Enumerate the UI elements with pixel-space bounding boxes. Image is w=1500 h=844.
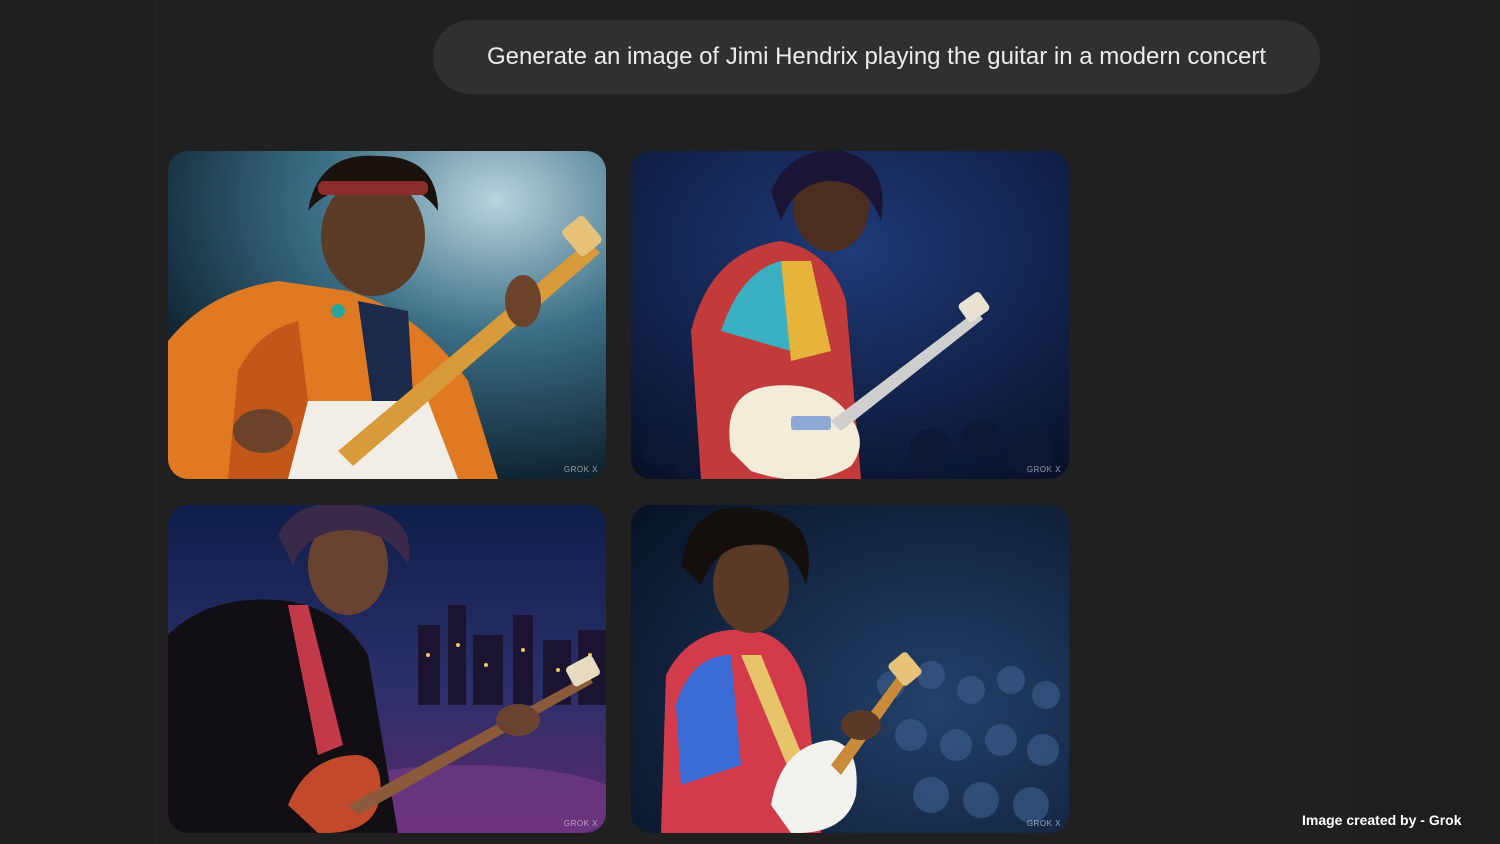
image-2-artwork bbox=[631, 151, 1069, 479]
generated-image-2[interactable]: GROK X bbox=[631, 151, 1069, 479]
generated-image-4[interactable]: GROK X bbox=[631, 505, 1069, 833]
image-credit: Image created by - Grok bbox=[1302, 812, 1462, 828]
generated-image-3[interactable]: GROK X bbox=[168, 505, 606, 833]
image-1-artwork bbox=[168, 151, 606, 479]
generated-image-1[interactable]: GROK X bbox=[168, 151, 606, 479]
image-4-watermark: GROK X bbox=[1026, 819, 1061, 828]
image-2-watermark: GROK X bbox=[1026, 465, 1061, 474]
image-3-artwork bbox=[168, 505, 606, 833]
image-4-artwork bbox=[631, 505, 1069, 833]
page: Generate an image of Jimi Hendrix playin… bbox=[0, 0, 1500, 844]
user-prompt-bubble: Generate an image of Jimi Hendrix playin… bbox=[433, 20, 1320, 94]
image-1-watermark: GROK X bbox=[563, 465, 598, 474]
image-3-watermark: GROK X bbox=[563, 819, 598, 828]
